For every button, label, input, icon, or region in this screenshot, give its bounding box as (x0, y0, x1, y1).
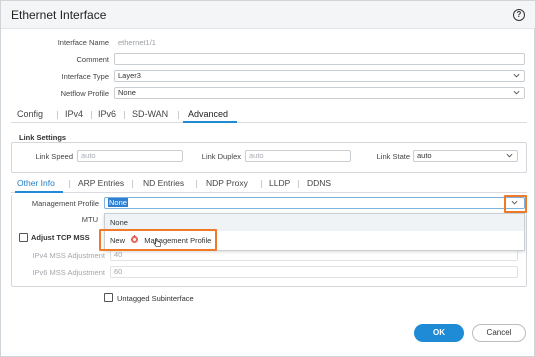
chevron-down-icon (506, 152, 513, 159)
interface-type-value: Layer3 (118, 71, 141, 80)
subtab-ddns[interactable]: DDNS (307, 178, 331, 188)
comment-label: Comment (76, 55, 109, 64)
comment-input[interactable] (114, 53, 525, 65)
subtab-ndp-proxy[interactable]: NDP Proxy (206, 178, 248, 188)
ipv6-mss-input[interactable]: 60 (110, 266, 518, 278)
tab-separator (178, 111, 179, 119)
link-state-value: auto (417, 151, 432, 160)
link-state-select[interactable]: auto (413, 150, 518, 162)
management-profile-value: None (108, 198, 128, 207)
untagged-subinterface-checkbox[interactable] (104, 293, 113, 302)
active-subtab-indicator (15, 191, 63, 193)
management-profile-select[interactable]: None (104, 197, 525, 209)
adjust-tcp-mss-checkbox[interactable] (19, 233, 28, 242)
dropdown-toggle-highlight (504, 195, 527, 213)
chevron-down-icon (513, 89, 520, 96)
cancel-button[interactable]: Cancel (472, 324, 526, 342)
dialog-title: Ethernet Interface (11, 8, 107, 22)
link-duplex-value: auto (249, 151, 264, 160)
help-icon[interactable]: ? (513, 9, 525, 21)
subtab-arp-entries[interactable]: ARP Entries (78, 178, 124, 188)
subtab-separator (261, 180, 262, 188)
netflow-profile-select[interactable]: None (114, 87, 525, 99)
tab-config[interactable]: Config (17, 109, 43, 119)
subtab-separator (132, 180, 133, 188)
tab-ipv6[interactable]: IPv6 (98, 109, 116, 119)
subtab-separator (196, 180, 197, 188)
advanced-subtabs: Other Info ARP Entries ND Entries NDP Pr… (11, 177, 527, 193)
interface-tabs: Config IPv4 IPv6 SD-WAN Advanced (11, 105, 527, 123)
interface-type-label: Interface Type (61, 72, 109, 81)
tab-separator (91, 111, 92, 119)
subtab-separator (69, 180, 70, 188)
ipv4-mss-label: IPv4 MSS Adjustment (32, 251, 105, 260)
ethernet-interface-dialog: Ethernet Interface ? Interface Name ethe… (0, 0, 535, 357)
ok-button[interactable]: OK (414, 324, 464, 342)
chevron-down-icon (513, 72, 520, 79)
untagged-subinterface-label: Untagged Subinterface (117, 294, 194, 303)
tab-advanced[interactable]: Advanced (188, 109, 228, 119)
netflow-profile-label: Netflow Profile (60, 89, 109, 98)
link-speed-label: Link Speed (35, 152, 73, 161)
active-tab-indicator (183, 121, 237, 123)
interface-name-label: Interface Name (57, 38, 109, 47)
link-duplex-label: Link Duplex (201, 152, 241, 161)
link-state-label: Link State (376, 152, 410, 161)
tab-separator (124, 111, 125, 119)
ipv6-mss-label: IPv6 MSS Adjustment (32, 268, 105, 277)
interface-name-value: ethernet1/1 (118, 38, 156, 47)
hand-cursor-icon (153, 237, 162, 249)
subtab-nd-entries[interactable]: ND Entries (143, 178, 184, 188)
management-profile-label: Management Profile (31, 199, 99, 208)
mtu-label: MTU (81, 215, 98, 224)
tab-sd-wan[interactable]: SD-WAN (132, 109, 168, 119)
tab-separator (57, 111, 58, 119)
dialog-titlebar: Ethernet Interface ? (1, 1, 535, 29)
adjust-tcp-mss-label: Adjust TCP MSS (31, 233, 90, 242)
interface-type-select[interactable]: Layer3 (114, 70, 525, 82)
subtab-lldp[interactable]: LLDP (269, 178, 290, 188)
netflow-profile-value: None (118, 88, 136, 97)
subtab-separator (298, 180, 299, 188)
subtab-other-info[interactable]: Other Info (17, 178, 55, 188)
link-settings-title: Link Settings (19, 133, 67, 142)
link-speed-value: auto (81, 151, 96, 160)
tab-ipv4[interactable]: IPv4 (65, 109, 83, 119)
